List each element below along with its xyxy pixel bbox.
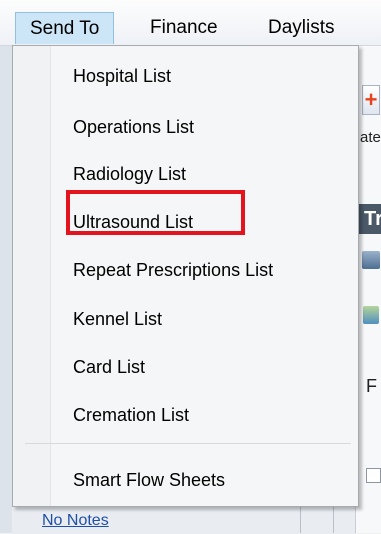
menu-item-kennel-list[interactable]: Kennel List <box>73 308 162 330</box>
menu-icon-gutter <box>13 46 51 506</box>
menu-bar: Send To Finance Daylists <box>0 0 381 46</box>
left-strip <box>0 46 12 533</box>
checkbox[interactable] <box>366 468 381 483</box>
menu-daylists[interactable]: Daylists <box>254 12 349 44</box>
menu-item-hospital-list[interactable]: Hospital List <box>73 65 171 87</box>
plus-icon: + <box>364 87 378 112</box>
menu-item-card-list[interactable]: Card List <box>73 356 145 378</box>
menu-separator <box>25 443 351 444</box>
menu-item-radiology-list[interactable]: Radiology List <box>73 163 186 185</box>
menu-item-smart-flow-sheets[interactable]: Smart Flow Sheets <box>73 469 225 491</box>
partial-label-f: F <box>366 376 377 396</box>
send-to-dropdown-menu: Hospital List Operations List Radiology … <box>12 45 359 507</box>
menu-finance[interactable]: Finance <box>136 12 232 44</box>
column-divider <box>333 506 334 533</box>
partial-label-ate: ate <box>360 129 381 146</box>
add-button[interactable]: + <box>362 85 380 115</box>
section-header-bar: Tr <box>358 204 381 234</box>
notes-link[interactable]: No Notes <box>42 512 109 530</box>
document-icon[interactable] <box>363 306 379 324</box>
menu-item-repeat-prescriptions-list[interactable]: Repeat Prescriptions List <box>73 259 273 281</box>
menu-item-ultrasound-list[interactable]: Ultrasound List <box>73 211 193 233</box>
section-header-partial: Tr <box>364 208 381 230</box>
printer-icon[interactable] <box>362 251 380 269</box>
menu-item-operations-list[interactable]: Operations List <box>73 116 194 138</box>
menu-send-to[interactable]: Send To <box>15 12 115 44</box>
menu-item-cremation-list[interactable]: Cremation List <box>73 404 189 426</box>
column-divider <box>300 506 301 533</box>
